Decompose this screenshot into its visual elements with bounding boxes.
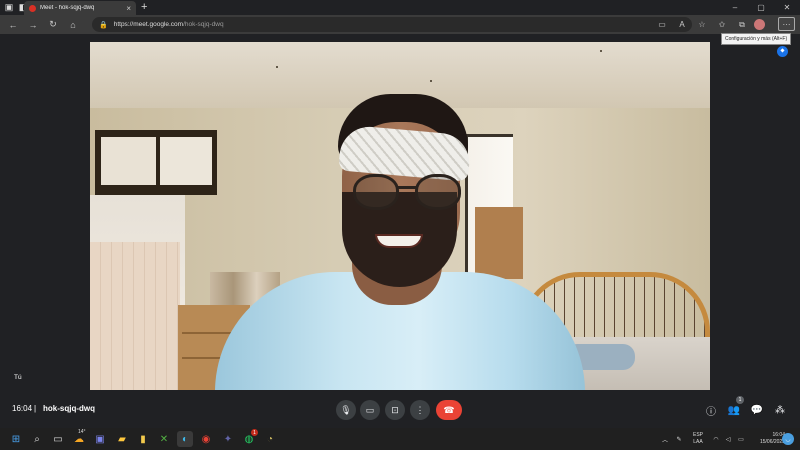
settings-menu-button[interactable]: ···	[778, 17, 795, 31]
keyboard-layout: LAA	[693, 439, 703, 445]
minimize-button[interactable]: –	[722, 0, 748, 15]
present-screen-button[interactable]: ⊡	[385, 400, 405, 420]
tab-actions-icon[interactable]: ▣	[2, 0, 16, 15]
read-aloud-icon[interactable]: A	[674, 17, 690, 32]
collections-icon[interactable]: ⧉	[734, 17, 750, 32]
glasses-lens	[353, 174, 399, 210]
address-bar-row: ← → ↻ ⌂ 🔒 https://meet.google.com/hok-sq…	[0, 15, 800, 34]
chat-button[interactable]: 💬	[749, 402, 765, 418]
tab-close-icon[interactable]: ×	[126, 4, 131, 13]
task-view-icon[interactable]: ▭	[50, 431, 66, 447]
participant-figure	[90, 42, 710, 390]
volume-icon[interactable]: ◁	[723, 431, 733, 447]
meeting-time: 16:04	[12, 404, 33, 413]
microphone-icon: 🎙	[340, 404, 352, 415]
address-bar-actions: ▭ A ☆ ✩ ⧉	[654, 17, 765, 32]
home-icon[interactable]: ⌂	[63, 15, 83, 34]
profile-avatar[interactable]	[754, 19, 765, 30]
weather-temperature: 14°	[78, 429, 86, 435]
meeting-code: hok-sqjq-dwq	[43, 404, 95, 413]
app-icon[interactable]: ◔	[262, 431, 278, 447]
activities-button[interactable]: ⁂	[772, 402, 788, 418]
back-icon[interactable]: ←	[3, 15, 23, 34]
recording-dot-icon	[29, 4, 36, 12]
meet-control-bar: 16:04 | hok-sqjq-dwq 🎙 ▭ ⊡ ⋮ ☎ ⓘ 👥 💬 ⁂	[0, 392, 800, 428]
present-icon: ⊡	[391, 404, 399, 415]
forward-icon[interactable]: →	[23, 15, 43, 34]
meet-extension-icon[interactable]: ⬥	[777, 46, 788, 57]
pen-icon[interactable]: ✎	[674, 431, 684, 447]
url-input[interactable]: 🔒 https://meet.google.com/hok-sqjq-dwq	[92, 17, 692, 32]
file-explorer-icon[interactable]: ▰	[114, 431, 130, 447]
microphone-button[interactable]: 🎙	[336, 400, 356, 420]
url-path: /hok-sqjq-dwq	[183, 21, 224, 28]
info-icon: ⓘ	[706, 406, 716, 418]
more-options-button[interactable]: ⋮	[410, 400, 430, 420]
show-hidden-icons[interactable]: ︿	[660, 431, 670, 447]
browser-tab-bar: ▣ ◧ Meet - hok-sqjq-dwq × + – ▢ ✕	[0, 0, 800, 15]
self-video-tile	[90, 42, 710, 390]
teams-icon[interactable]: ✦	[220, 431, 236, 447]
teams-chat-icon[interactable]: ▣	[92, 431, 108, 447]
maximize-button[interactable]: ▢	[748, 0, 774, 15]
close-window-button[interactable]: ✕	[774, 0, 800, 15]
clock-time: 16:04	[772, 432, 785, 438]
xbox-icon[interactable]: ✕	[156, 431, 172, 447]
url-host: https://meet.google.com	[113, 21, 184, 28]
windows-taskbar: ⊞ ⌕ ▭ ☁ 14° ▣ ▰ ▮ ✕ ◐ ◉ ✦ ◍ 1 ◔ ︿ ✎ ESP …	[0, 428, 800, 450]
settings-tooltip: Configuración y más (Alt+F)	[721, 33, 792, 45]
activities-icon: ⁂	[775, 404, 785, 416]
window-controls: – ▢ ✕	[722, 0, 800, 15]
tab-meet[interactable]: Meet - hok-sqjq-dwq ×	[24, 1, 136, 15]
people-button[interactable]: 👥	[726, 402, 742, 418]
tab-title: Meet - hok-sqjq-dwq	[40, 5, 95, 11]
people-count-badge: 1	[736, 396, 744, 404]
people-icon: 👥	[727, 404, 741, 416]
favorite-star-icon[interactable]: ☆	[694, 17, 710, 32]
edge-browser-icon[interactable]: ◐	[177, 431, 193, 447]
search-icon[interactable]: ⌕	[29, 431, 45, 447]
meeting-separator: |	[34, 404, 37, 413]
new-tab-button[interactable]: +	[141, 1, 147, 13]
refresh-icon[interactable]: ↻	[43, 15, 63, 34]
leave-call-button[interactable]: ☎	[436, 400, 462, 420]
camera-button[interactable]: ▭	[360, 400, 380, 420]
chat-icon: 💬	[750, 404, 764, 416]
self-name-label: Tú	[14, 374, 22, 381]
participant-glasses	[353, 174, 468, 212]
input-language[interactable]: ESP LAA	[688, 432, 708, 446]
more-vert-icon: ⋮	[415, 404, 425, 415]
camera-permission-icon[interactable]: ▭	[654, 17, 670, 32]
clock-date: 15/06/2022	[759, 439, 785, 445]
chrome-icon[interactable]: ◉	[198, 431, 214, 447]
camera-icon: ▭	[365, 404, 375, 415]
notification-center-icon[interactable]: ◡	[782, 433, 794, 445]
lock-icon[interactable]: 🔒	[99, 21, 108, 29]
system-clock[interactable]: 16:04 15/06/2022	[757, 432, 785, 446]
windows-start-icon[interactable]: ⊞	[8, 431, 24, 447]
favorites-bar-icon[interactable]: ✩	[714, 17, 730, 32]
glasses-lens	[415, 174, 461, 210]
meeting-details-button[interactable]: ⓘ	[703, 402, 719, 418]
whatsapp-badge: 1	[251, 429, 258, 436]
language-code: ESP	[692, 432, 703, 438]
battery-icon[interactable]: ▭	[735, 431, 747, 447]
wifi-icon[interactable]: ◠	[711, 431, 721, 447]
end-call-icon: ☎	[443, 404, 455, 415]
participant-smile	[375, 234, 423, 248]
sticky-notes-icon[interactable]: ▮	[135, 431, 151, 447]
